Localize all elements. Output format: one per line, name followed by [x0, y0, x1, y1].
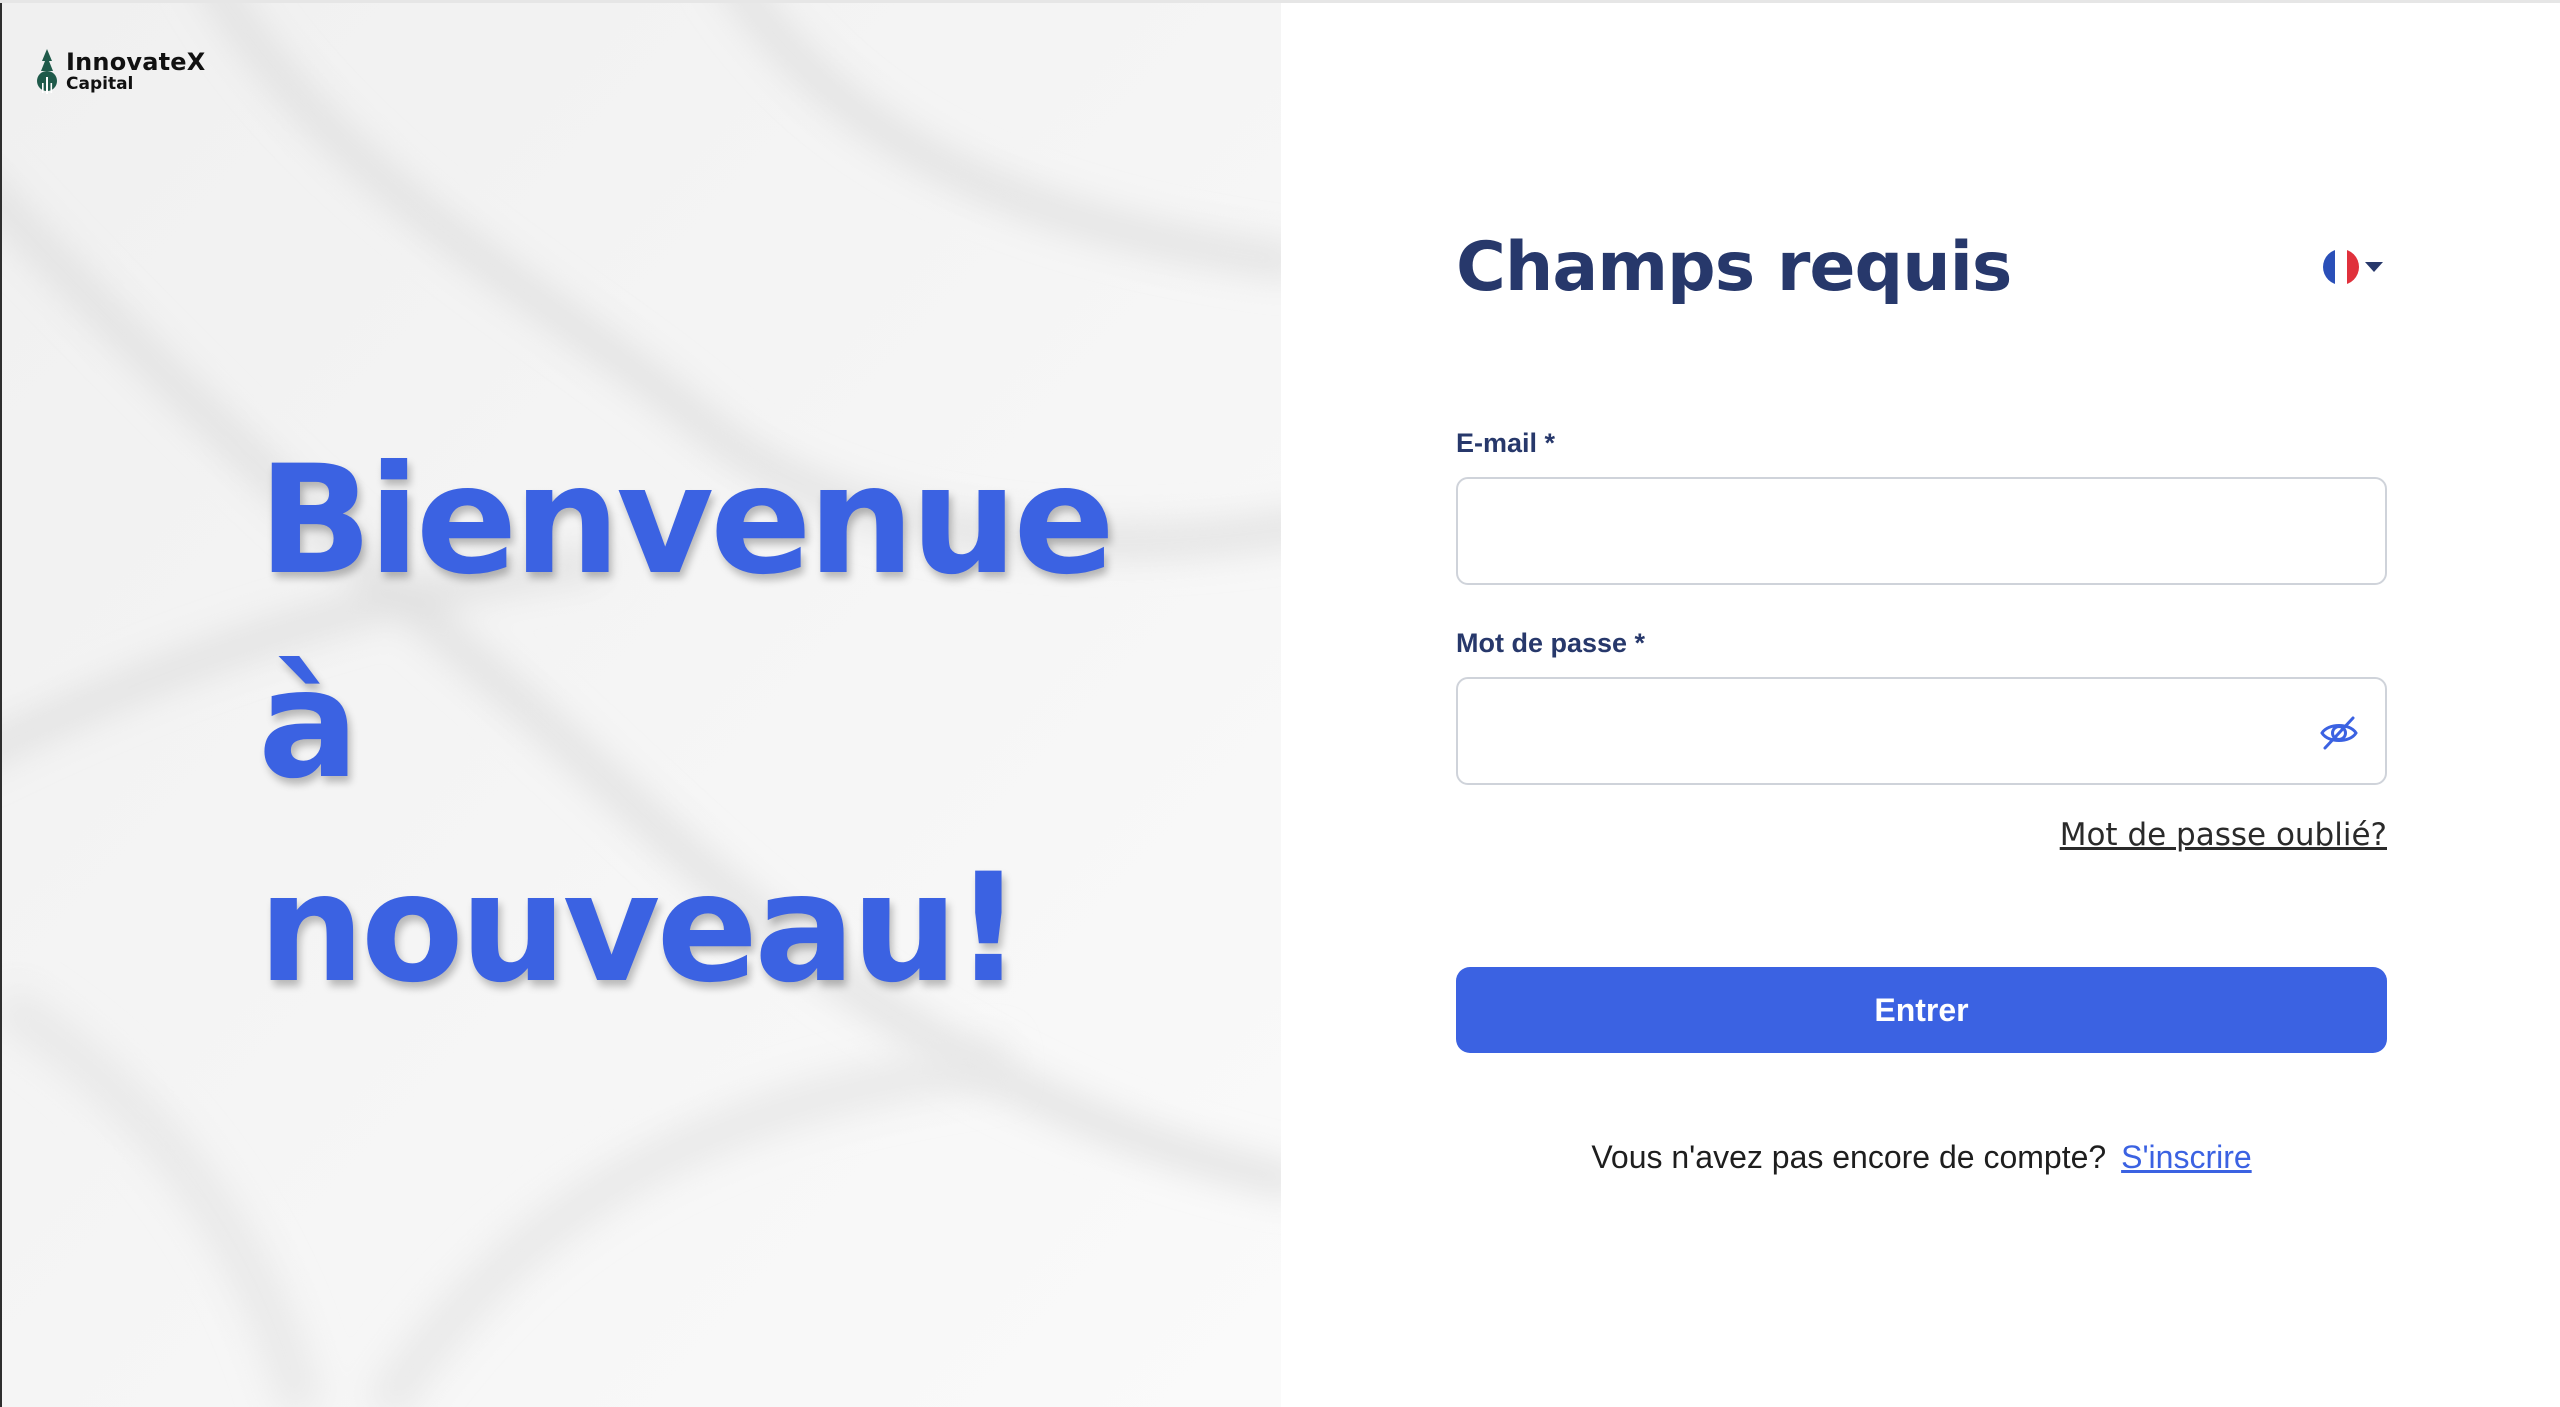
- welcome-line-3: nouveau!: [258, 842, 1023, 1016]
- login-form-panel: Champs requis E-mail * Mot de passe * Mo…: [1281, 3, 2560, 1407]
- france-flag-icon: [2323, 249, 2359, 285]
- form-title: Champs requis: [1456, 228, 2012, 307]
- email-field[interactable]: [1458, 479, 2385, 583]
- welcome-panel: InnovateX Capital Bienvenue à nouveau!: [0, 3, 1281, 1407]
- email-field-wrapper: [1456, 477, 2387, 585]
- signup-row: Vous n'avez pas encore de compte? S'insc…: [1456, 1139, 2387, 1176]
- brand-subtitle: Capital: [66, 73, 134, 94]
- signup-link[interactable]: S'inscrire: [2121, 1139, 2252, 1175]
- email-label: E-mail *: [1456, 428, 1556, 458]
- password-label: Mot de passe *: [1456, 628, 1646, 658]
- signup-prompt: Vous n'avez pas encore de compte?: [1591, 1139, 2107, 1175]
- welcome-heading: Bienvenue à nouveau!: [258, 419, 1115, 1031]
- password-field-wrapper: [1456, 677, 2387, 785]
- brand-wordmark: InnovateX Capital: [66, 50, 205, 93]
- login-page: InnovateX Capital Bienvenue à nouveau! C…: [0, 0, 2560, 1407]
- welcome-line-2: à: [258, 638, 359, 812]
- welcome-line-1: Bienvenue: [258, 434, 1115, 608]
- chevron-down-icon: [2365, 262, 2383, 272]
- eye-slash-icon[interactable]: [2319, 713, 2359, 753]
- tree-icon: [37, 49, 57, 94]
- brand-name: InnovateX: [66, 47, 206, 76]
- brand-logo[interactable]: InnovateX Capital: [36, 47, 205, 95]
- language-selector[interactable]: [2323, 249, 2383, 285]
- forgot-password-link[interactable]: Mot de passe oublié?: [2060, 817, 2387, 853]
- password-field[interactable]: [1458, 679, 2385, 783]
- submit-button[interactable]: Entrer: [1456, 967, 2387, 1053]
